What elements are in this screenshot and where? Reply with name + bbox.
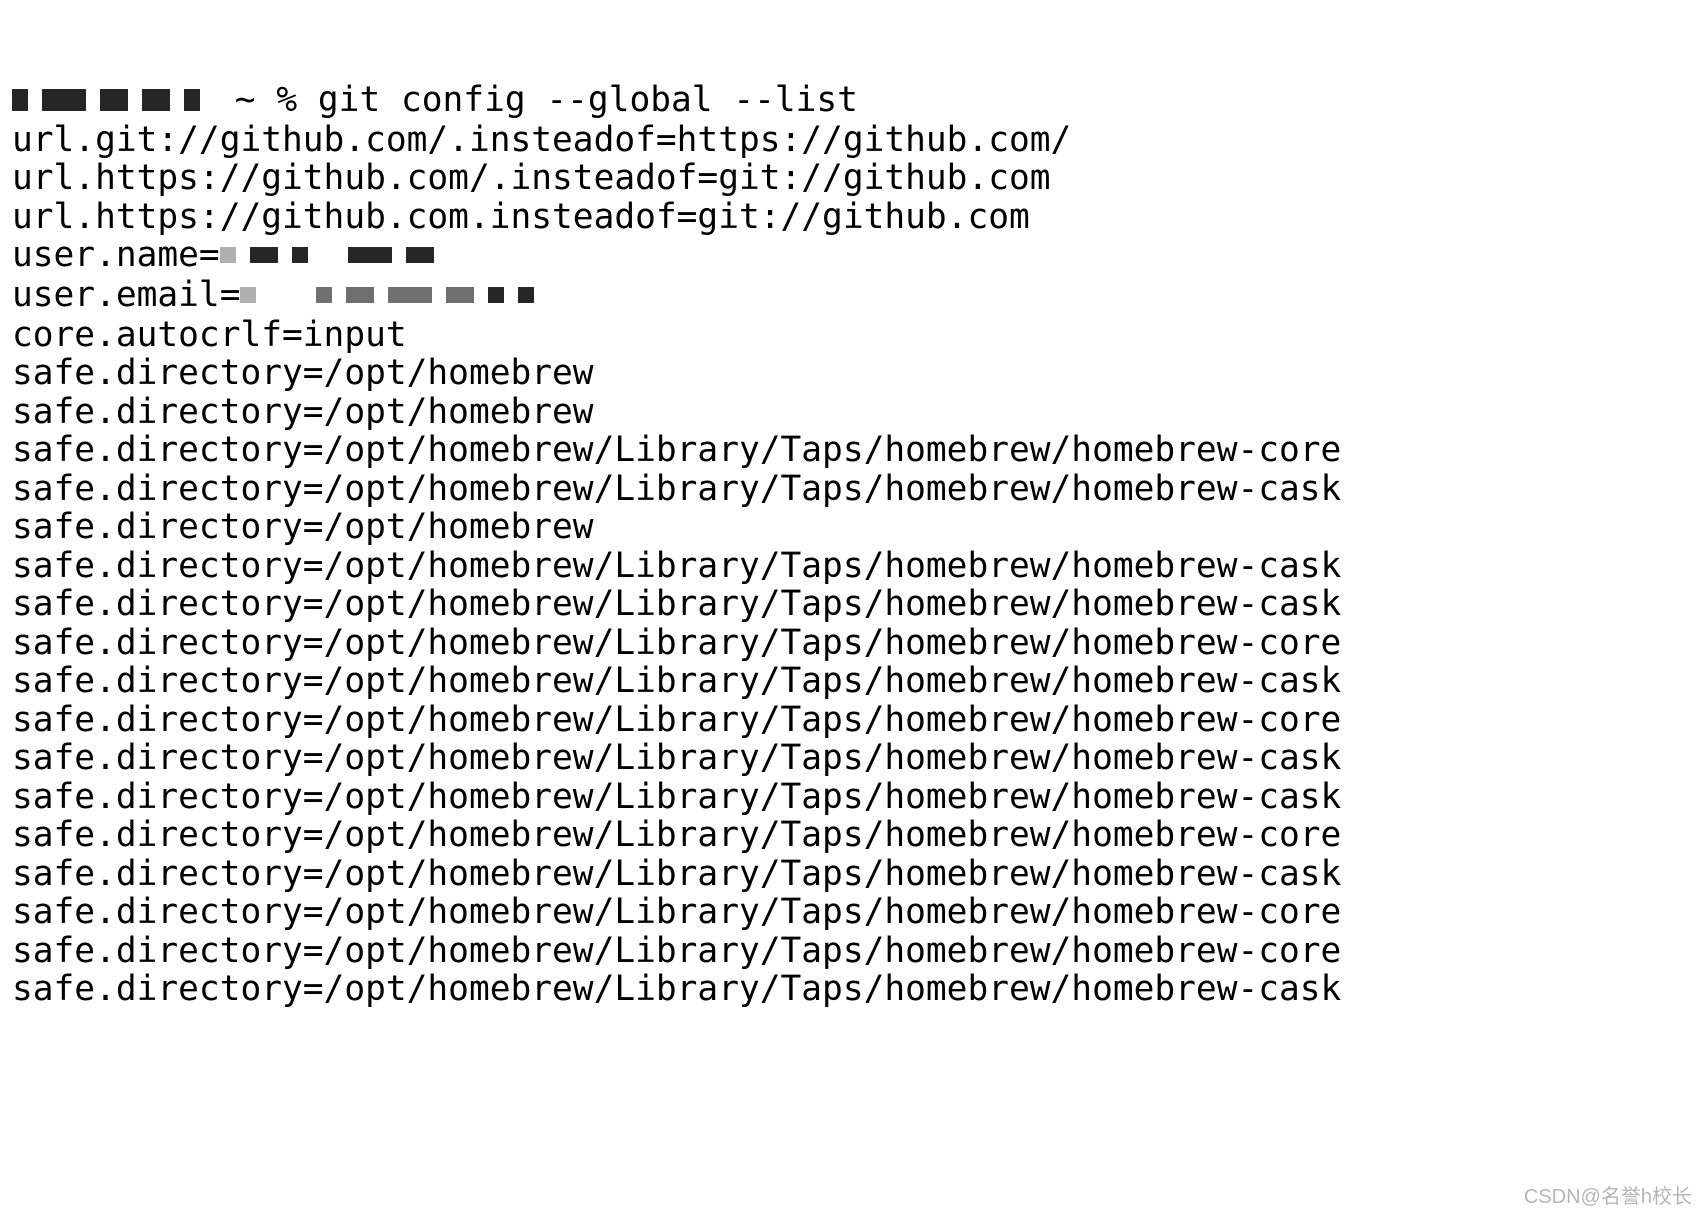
output-line: url.https://github.com/.insteadof=git://… bbox=[12, 159, 1686, 198]
output-line: url.https://github.com.insteadof=git://g… bbox=[12, 198, 1686, 237]
output-line: safe.directory=/opt/homebrew/Library/Tap… bbox=[12, 470, 1686, 509]
output-line: url.git://github.com/.insteadof=https://… bbox=[12, 121, 1686, 160]
redacted-user-host bbox=[12, 79, 214, 118]
output-line: safe.directory=/opt/homebrew/Library/Tap… bbox=[12, 585, 1686, 624]
terminal-output: ~ % git config --global --listurl.git://… bbox=[0, 0, 1698, 1051]
output-line: user.name= bbox=[12, 236, 1686, 276]
output-line: safe.directory=/opt/homebrew/Library/Tap… bbox=[12, 701, 1686, 740]
output-line: safe.directory=/opt/homebrew/Library/Tap… bbox=[12, 547, 1686, 586]
output-line: safe.directory=/opt/homebrew bbox=[12, 508, 1686, 547]
prompt-command: git config --global --list bbox=[318, 80, 858, 120]
output-line: safe.directory=/opt/homebrew/Library/Tap… bbox=[12, 932, 1686, 971]
output-line: safe.directory=/opt/homebrew bbox=[12, 354, 1686, 393]
prompt-sep: % bbox=[276, 80, 297, 120]
prompt-dir: ~ bbox=[235, 80, 256, 120]
output-line: safe.directory=/opt/homebrew/Library/Tap… bbox=[12, 739, 1686, 778]
output-line: user.email= bbox=[12, 276, 1686, 316]
output-line: safe.directory=/opt/homebrew/Library/Tap… bbox=[12, 624, 1686, 663]
output-line: safe.directory=/opt/homebrew/Library/Tap… bbox=[12, 855, 1686, 894]
user-name-key: user.name= bbox=[12, 235, 220, 275]
redacted-user-email bbox=[240, 274, 548, 313]
watermark: CSDN@名誉h校长 bbox=[1524, 1178, 1692, 1217]
prompt-line: ~ % git config --global --list bbox=[12, 81, 1686, 121]
output-line: safe.directory=/opt/homebrew/Library/Tap… bbox=[12, 970, 1686, 1009]
redacted-user-name bbox=[220, 235, 448, 274]
output-line: core.autocrlf=input bbox=[12, 316, 1686, 355]
user-email-key: user.email= bbox=[12, 275, 240, 315]
output-line: safe.directory=/opt/homebrew/Library/Tap… bbox=[12, 662, 1686, 701]
output-line: safe.directory=/opt/homebrew/Library/Tap… bbox=[12, 778, 1686, 817]
output-line: safe.directory=/opt/homebrew bbox=[12, 393, 1686, 432]
output-line: safe.directory=/opt/homebrew/Library/Tap… bbox=[12, 893, 1686, 932]
output-line: safe.directory=/opt/homebrew/Library/Tap… bbox=[12, 816, 1686, 855]
output-line: safe.directory=/opt/homebrew/Library/Tap… bbox=[12, 431, 1686, 470]
